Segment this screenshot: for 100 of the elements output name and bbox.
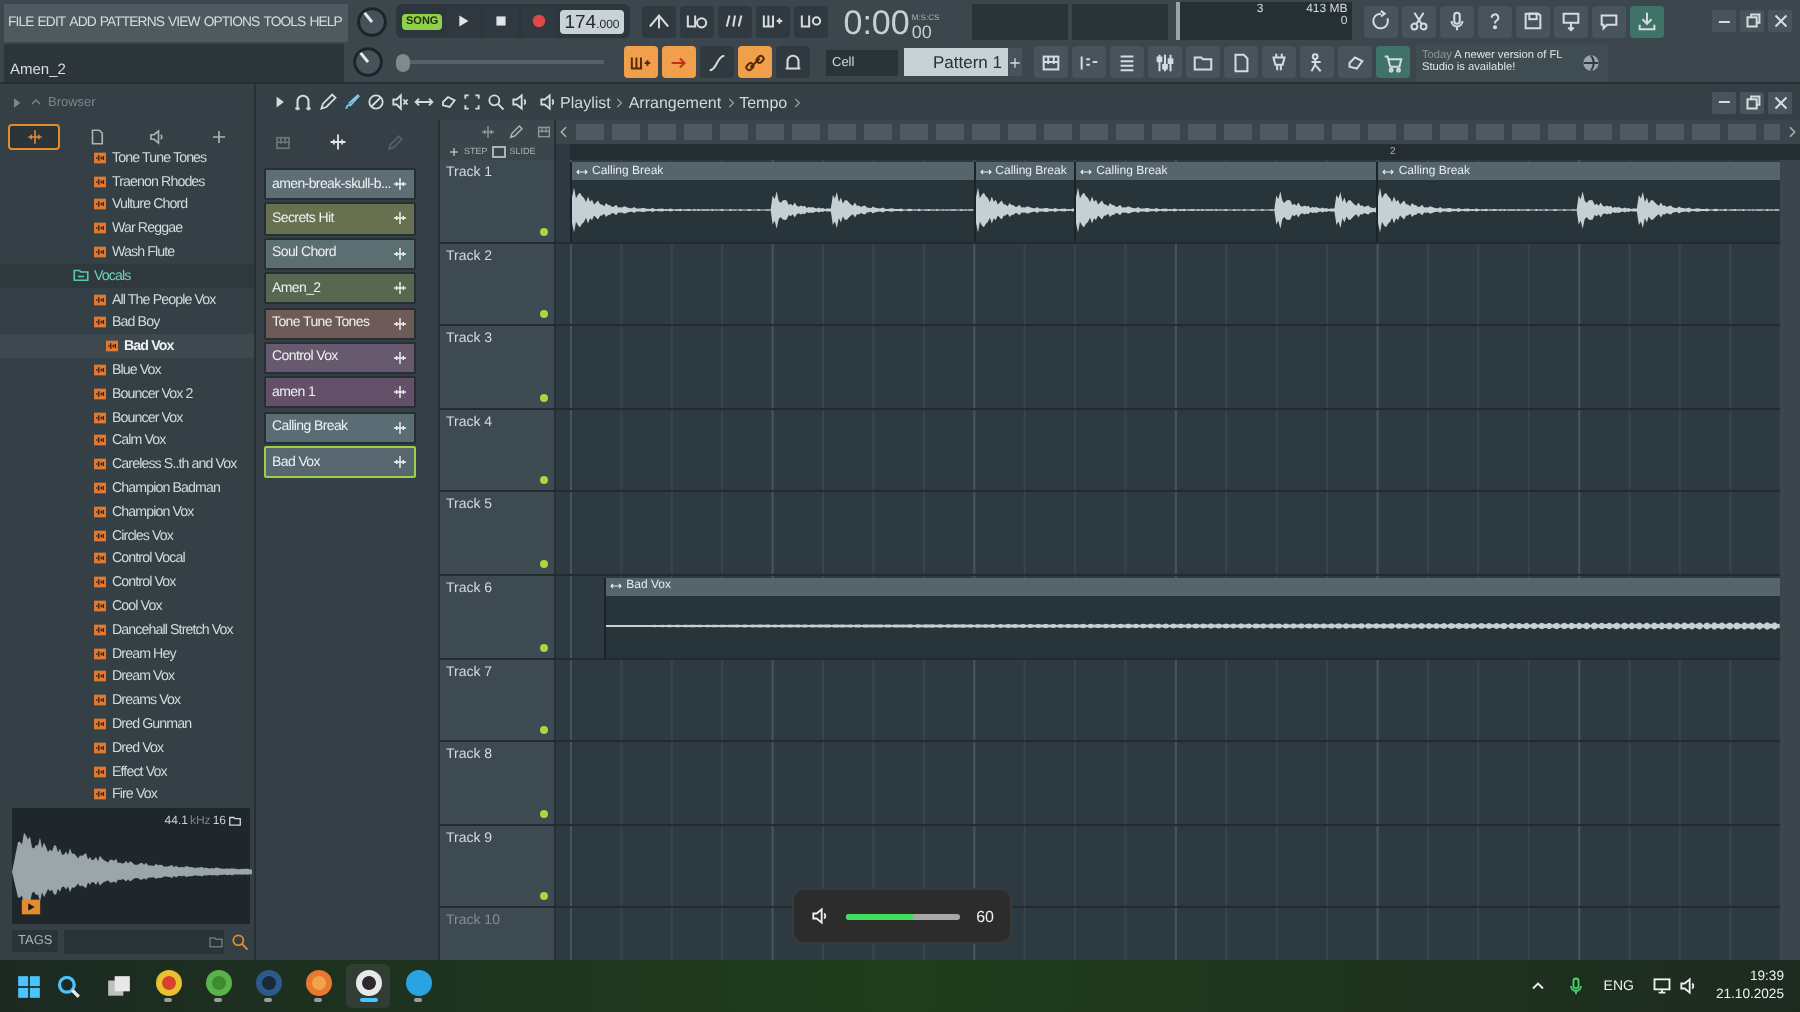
track-led[interactable] bbox=[540, 726, 548, 735]
tags-field[interactable] bbox=[64, 929, 224, 953]
grip-icon bbox=[392, 210, 408, 227]
restore-button[interactable] bbox=[1740, 91, 1764, 114]
restore-button[interactable] bbox=[1740, 10, 1764, 32]
track-led[interactable] bbox=[540, 476, 548, 485]
pattern-name: Pattern 1 bbox=[933, 52, 1002, 73]
add-track-icon[interactable] bbox=[448, 145, 460, 157]
track-led[interactable] bbox=[540, 310, 548, 319]
track-led[interactable] bbox=[540, 809, 548, 818]
track-led[interactable] bbox=[540, 393, 548, 402]
track-led[interactable] bbox=[540, 643, 548, 652]
channel-rack-button[interactable] bbox=[1110, 46, 1144, 79]
shop-button[interactable] bbox=[1376, 46, 1410, 79]
download-button[interactable] bbox=[1629, 5, 1664, 37]
touch-button[interactable] bbox=[1338, 46, 1372, 79]
metronome-button[interactable] bbox=[641, 5, 676, 37]
countdown-button[interactable] bbox=[717, 5, 752, 37]
step-edit-button[interactable] bbox=[755, 5, 790, 37]
step-toggle[interactable] bbox=[491, 145, 506, 157]
link-button[interactable] bbox=[738, 46, 772, 79]
clip-menu-icon[interactable] bbox=[979, 165, 992, 177]
globe-icon bbox=[1580, 51, 1602, 74]
typing-keyboard-button[interactable] bbox=[624, 46, 658, 79]
scroll-right-icon[interactable] bbox=[1784, 124, 1800, 140]
loop-record-button[interactable] bbox=[793, 5, 828, 37]
grip-icon[interactable] bbox=[480, 123, 496, 139]
mute-icon[interactable] bbox=[390, 92, 410, 113]
zoom-icon[interactable] bbox=[486, 92, 506, 113]
play-icon[interactable] bbox=[20, 896, 42, 918]
plugin-button[interactable] bbox=[1262, 46, 1296, 79]
close-button[interactable] bbox=[1768, 10, 1792, 32]
record-audio-button[interactable] bbox=[1439, 5, 1474, 37]
browser-tab[interactable] bbox=[8, 123, 61, 149]
pitch-knob[interactable] bbox=[352, 46, 384, 79]
minimize-button[interactable] bbox=[1712, 91, 1736, 114]
master-pitch-thumb[interactable] bbox=[396, 53, 410, 72]
track-led[interactable] bbox=[540, 227, 548, 236]
brush-icon[interactable] bbox=[342, 92, 362, 113]
tempo-value: 174 bbox=[564, 11, 597, 33]
breadcrumb-item[interactable]: Tempo bbox=[739, 93, 788, 112]
grip-icon bbox=[392, 280, 408, 297]
document-icon bbox=[87, 127, 106, 145]
playlist-button[interactable] bbox=[1034, 46, 1068, 79]
auto-scroll-button[interactable] bbox=[662, 46, 696, 79]
app-icon bbox=[355, 970, 381, 996]
wait-button[interactable] bbox=[679, 5, 714, 37]
chat-button[interactable] bbox=[1591, 5, 1626, 37]
export-button[interactable] bbox=[1553, 5, 1588, 37]
chat-bubble-icon bbox=[1597, 10, 1620, 32]
audio-file-icon bbox=[92, 598, 108, 615]
volume-slider[interactable] bbox=[846, 913, 961, 919]
save-button[interactable] bbox=[1515, 5, 1550, 37]
app-button[interactable] bbox=[346, 964, 390, 1008]
audio-file-icon bbox=[92, 244, 108, 261]
piano-icon[interactable] bbox=[536, 123, 552, 139]
monitor-icon[interactable] bbox=[1651, 976, 1672, 996]
track-led[interactable] bbox=[540, 892, 548, 901]
delete-icon[interactable] bbox=[366, 92, 386, 113]
start-icon[interactable] bbox=[16, 973, 42, 999]
search-icon[interactable] bbox=[230, 931, 250, 951]
master-volume-knob[interactable] bbox=[356, 5, 388, 37]
scroll-left-icon[interactable] bbox=[556, 124, 572, 140]
project-button[interactable] bbox=[1224, 46, 1258, 79]
piano-roll-button[interactable] bbox=[1072, 46, 1106, 79]
add-pattern-button[interactable] bbox=[1008, 48, 1022, 77]
close-button[interactable] bbox=[1768, 91, 1792, 114]
track-led[interactable] bbox=[540, 559, 548, 568]
speaker-icon[interactable] bbox=[810, 906, 830, 926]
refresh-icon bbox=[1369, 10, 1392, 32]
restore-icon bbox=[1741, 91, 1763, 114]
microphone-icon[interactable] bbox=[1565, 976, 1586, 996]
clip-menu-icon[interactable] bbox=[576, 165, 588, 177]
step-icon bbox=[761, 10, 784, 32]
speaker-icon[interactable] bbox=[538, 92, 558, 113]
vertical-scrollbar[interactable] bbox=[1780, 160, 1800, 960]
speaker-icon[interactable] bbox=[1677, 976, 1698, 996]
browser-button[interactable] bbox=[1186, 46, 1220, 79]
cut-button[interactable] bbox=[1401, 5, 1436, 37]
performance-button[interactable] bbox=[1300, 46, 1334, 79]
help-button[interactable] bbox=[1477, 5, 1512, 37]
breadcrumb-item[interactable]: Playlist bbox=[560, 93, 611, 112]
pencil-icon[interactable] bbox=[508, 123, 524, 139]
stamp-button[interactable] bbox=[776, 46, 810, 79]
curve-button[interactable] bbox=[700, 46, 734, 79]
caret-icon[interactable] bbox=[272, 94, 288, 111]
clip-menu-icon[interactable] bbox=[1080, 165, 1093, 177]
magnet-icon[interactable] bbox=[292, 91, 314, 114]
grip-icon bbox=[392, 176, 408, 193]
minimize-button[interactable] bbox=[1712, 10, 1736, 32]
folder-icon[interactable] bbox=[228, 814, 242, 828]
pattern-selector[interactable]: Pattern 1 bbox=[904, 48, 1008, 77]
select-icon[interactable] bbox=[462, 92, 482, 113]
breadcrumb-item[interactable]: Arrangement bbox=[628, 93, 722, 112]
audio-clips-icon[interactable] bbox=[328, 132, 349, 152]
clip-menu-icon[interactable] bbox=[610, 580, 623, 593]
clip-menu-icon[interactable] bbox=[1382, 165, 1395, 177]
undo-button[interactable] bbox=[1363, 5, 1398, 37]
speaker-icon[interactable] bbox=[510, 92, 530, 113]
mixer-button[interactable] bbox=[1148, 46, 1182, 79]
